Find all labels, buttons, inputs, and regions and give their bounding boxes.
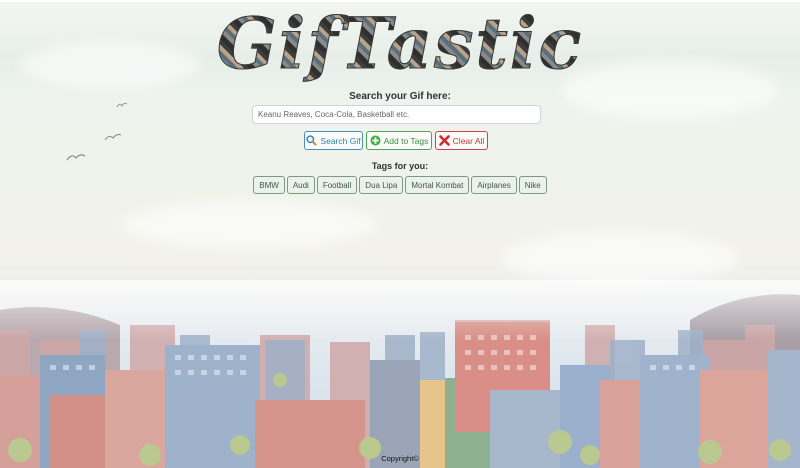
tags-label: Tags for you:: [371, 161, 429, 171]
app-logo: GifTastic: [0, 2, 800, 86]
search-gif-button[interactable]: Search Gif: [304, 131, 363, 150]
clear-all-label: Clear All: [452, 135, 485, 146]
cloud: [500, 230, 740, 285]
tag-button[interactable]: Football: [316, 176, 358, 194]
x-icon: [438, 135, 450, 146]
copyright-text: Copyright©: [381, 454, 419, 463]
plus-circle-icon: [370, 135, 381, 146]
bird-icon: [116, 102, 128, 108]
search-input[interactable]: [252, 105, 541, 124]
tag-button[interactable]: Audi: [286, 176, 315, 194]
search-label: Search your Gif here:: [349, 91, 451, 102]
tag-button[interactable]: BMW: [253, 176, 285, 194]
tag-button[interactable]: Dua Lipa: [359, 176, 404, 194]
search-gif-label: Search Gif: [320, 135, 361, 146]
clear-all-button[interactable]: Clear All: [435, 131, 488, 150]
add-to-tags-label: Add to Tags: [383, 135, 429, 146]
tag-button[interactable]: Nike: [518, 176, 547, 194]
tag-list: BMW Audi Football Dua Lipa Mortal Kombat…: [0, 176, 800, 194]
tag-button[interactable]: Mortal Kombat: [405, 176, 470, 194]
tag-button[interactable]: Airplanes: [471, 176, 517, 194]
cloud: [120, 200, 380, 250]
bird-icon: [104, 133, 122, 141]
add-to-tags-button[interactable]: Add to Tags: [366, 131, 432, 150]
city-skyline-illustration: [0, 280, 800, 468]
magnifier-icon: [306, 135, 318, 146]
